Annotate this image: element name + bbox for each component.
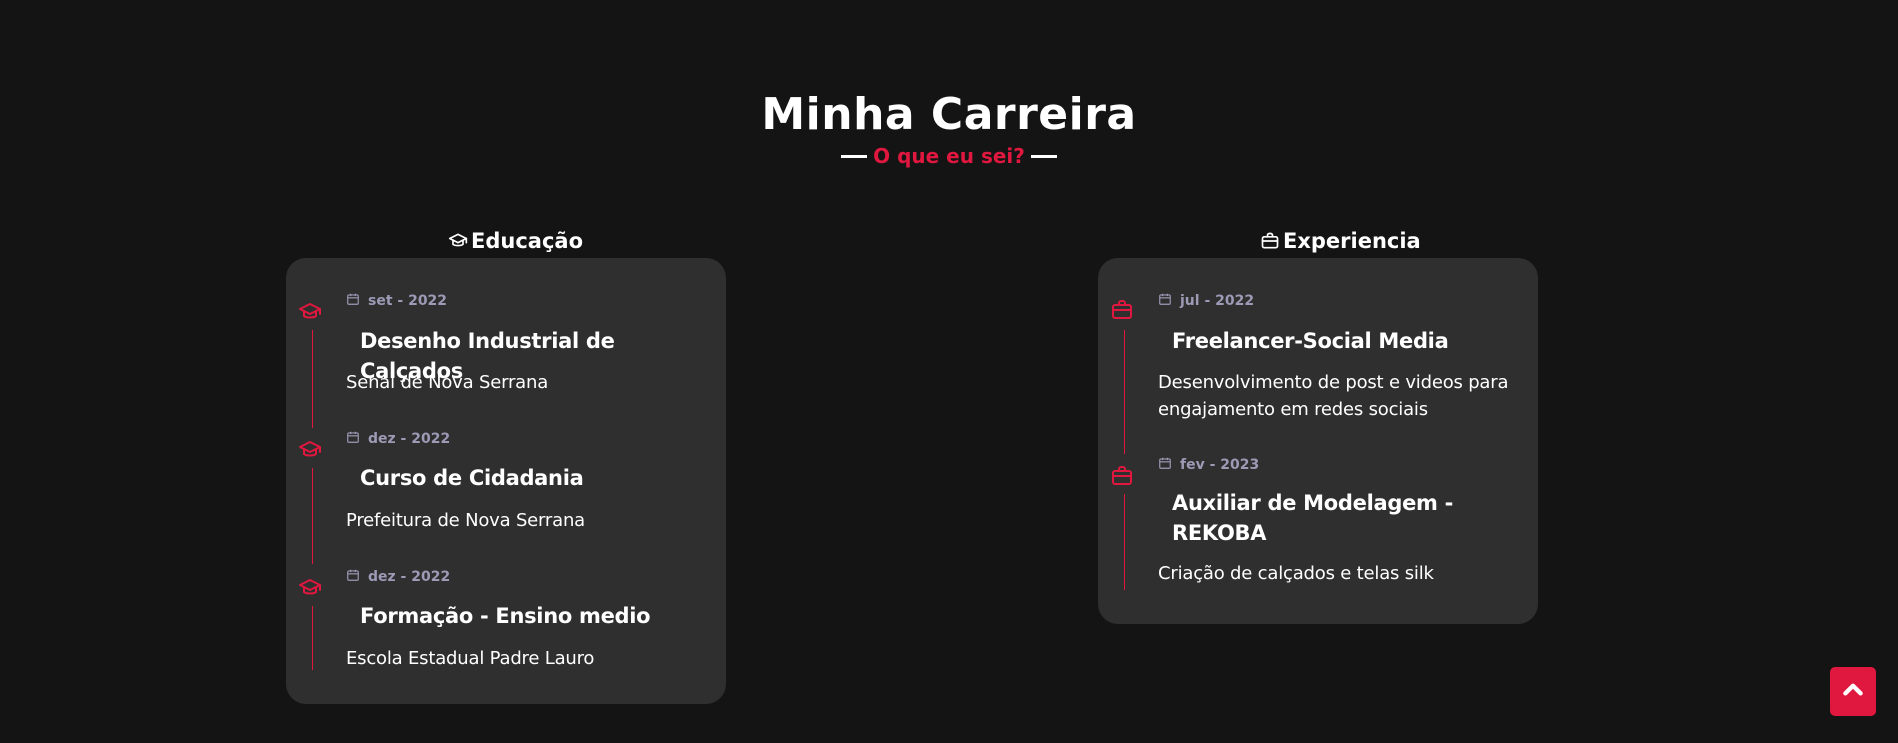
item-description: Criação de calçados e telas silk xyxy=(1158,563,1434,584)
timeline-line xyxy=(312,468,313,564)
education-heading-label: Educação xyxy=(471,229,583,253)
briefcase-icon xyxy=(1110,464,1134,488)
career-section: Minha Carreira O que eu sei? Educação Ex… xyxy=(0,0,1898,743)
education-heading: Educação xyxy=(448,229,583,253)
chevron-up-icon xyxy=(1840,676,1866,707)
experience-heading-label: Experiencia xyxy=(1283,229,1421,253)
item-date: fev - 2023 xyxy=(1158,456,1259,474)
calendar-icon xyxy=(1158,456,1172,474)
subtitle-right-bar xyxy=(1030,154,1057,158)
item-date: jul - 2022 xyxy=(1158,292,1254,310)
item-description: Escola Estadual Padre Lauro xyxy=(346,648,595,669)
timeline-line xyxy=(1124,330,1125,454)
page-title: Minha Carreira xyxy=(761,89,1137,140)
calendar-icon xyxy=(346,292,360,310)
graduation-cap-icon xyxy=(448,231,468,251)
item-description: Desenvolvimento de post e videos para en… xyxy=(1158,372,1509,420)
education-card: set - 2022 Desenho Industrial de Calçado… xyxy=(286,258,726,704)
experience-heading: Experiencia xyxy=(1260,229,1421,253)
section-subtitle: O que eu sei? xyxy=(0,144,1898,168)
graduation-cap-icon xyxy=(298,576,322,600)
calendar-icon xyxy=(346,430,360,448)
item-date: dez - 2022 xyxy=(346,568,450,586)
scroll-to-top-button[interactable] xyxy=(1830,667,1876,716)
timeline-line xyxy=(1124,494,1125,590)
timeline-line xyxy=(312,606,313,670)
section-heading: Minha Carreira O que eu sei? xyxy=(0,86,1898,168)
item-title: Curso de Cidadania xyxy=(360,466,584,490)
item-title: Formação - Ensino medio xyxy=(360,604,651,628)
item-title: Freelancer-Social Media xyxy=(1172,329,1449,353)
briefcase-icon xyxy=(1110,298,1134,322)
item-date: set - 2022 xyxy=(346,292,447,310)
graduation-cap-icon xyxy=(298,300,322,324)
item-date: dez - 2022 xyxy=(346,430,450,448)
item-description: Prefeitura de Nova Serrana xyxy=(346,510,586,531)
calendar-icon xyxy=(1158,292,1172,310)
timeline-line xyxy=(312,330,313,428)
calendar-icon xyxy=(346,568,360,586)
subtitle-left-bar xyxy=(841,154,868,158)
item-description: Senai de Nova Serrana xyxy=(346,372,549,393)
subtitle-text: O que eu sei? xyxy=(873,144,1025,168)
experience-card: jul - 2022 Freelancer-Social Media Desen… xyxy=(1098,258,1538,624)
item-title: Auxiliar de Modelagem - REKOBA xyxy=(1172,491,1454,545)
briefcase-icon xyxy=(1260,231,1280,251)
graduation-cap-icon xyxy=(298,438,322,462)
